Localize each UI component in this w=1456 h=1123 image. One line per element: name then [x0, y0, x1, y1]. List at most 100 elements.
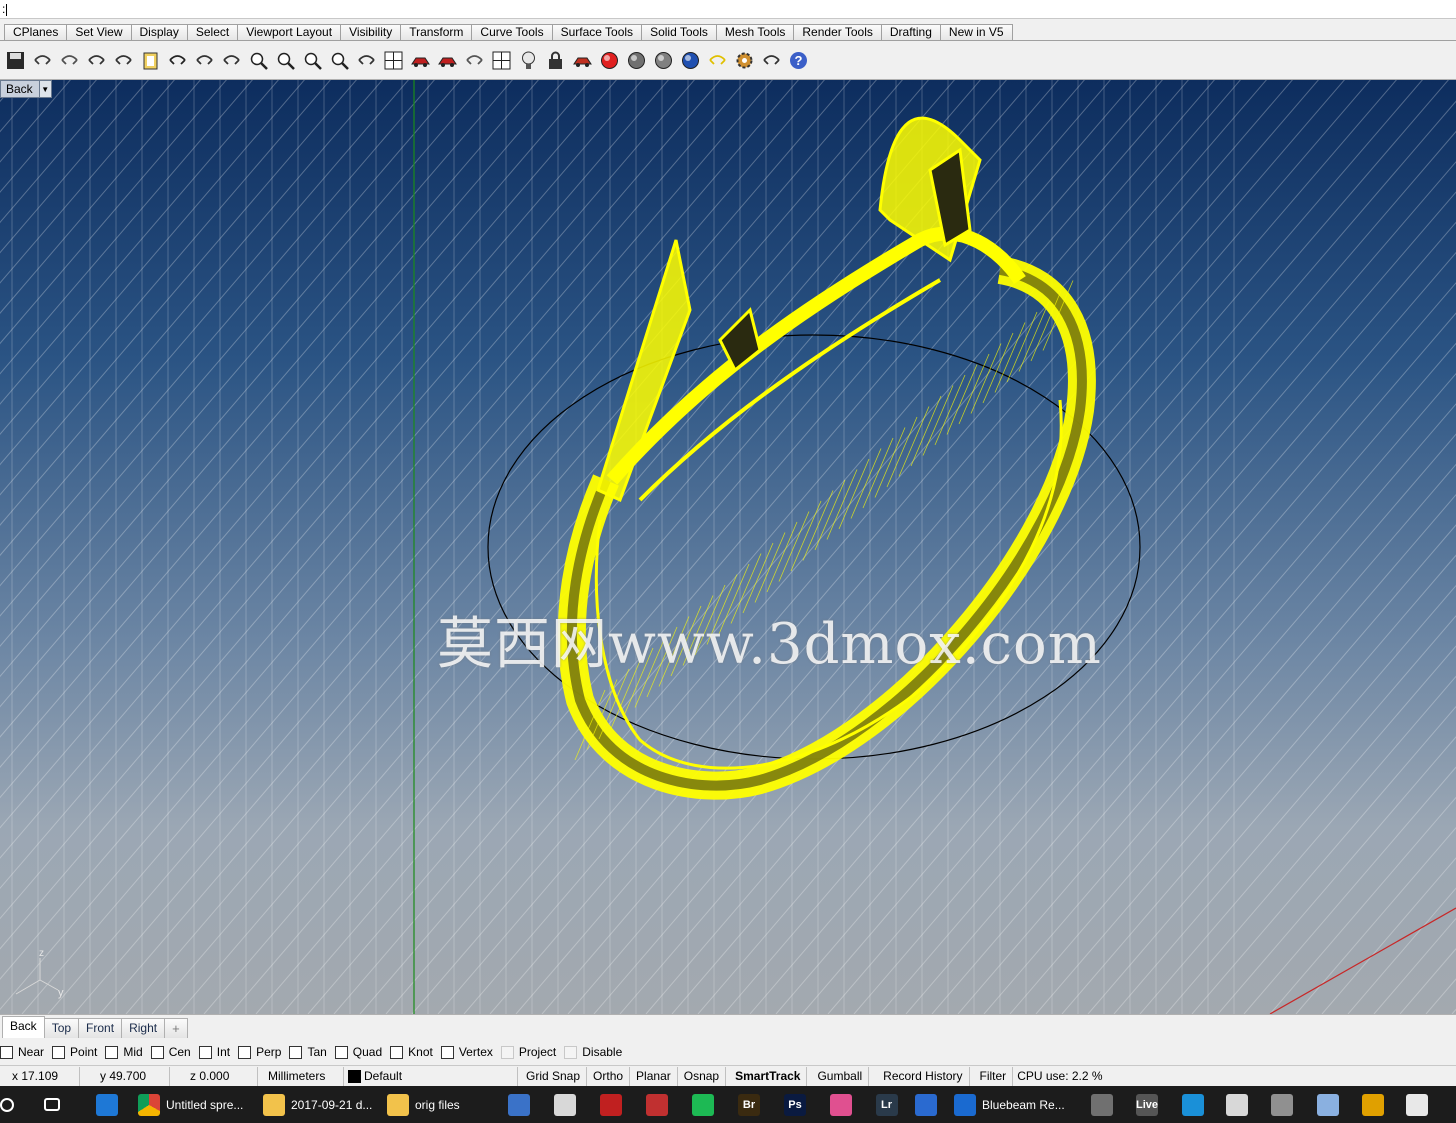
ribbon-tab-new-in-v5[interactable]: New in V5 [939, 24, 1013, 40]
mail-button[interactable] [1398, 1086, 1442, 1123]
checkbox[interactable] [334, 1045, 348, 1059]
pc-button[interactable] [1262, 1086, 1308, 1123]
filter-toggle[interactable]: Filter [970, 1066, 1014, 1086]
viewport-title[interactable]: Back ▼ [0, 80, 52, 98]
ribbon-tab-visibility[interactable]: Visibility [340, 24, 402, 40]
checkbox[interactable] [238, 1045, 252, 1059]
zoom-window-icon[interactable] [245, 47, 272, 74]
store-button[interactable] [499, 1086, 545, 1123]
pencil-tool-icon[interactable] [704, 47, 731, 74]
pan-icon[interactable] [191, 47, 218, 74]
ribbon-tab-viewport-layout[interactable]: Viewport Layout [237, 24, 342, 40]
sync-button[interactable] [912, 1086, 946, 1123]
back-viewport[interactable]: Back ▼ 莫西网www.3dmox.com z y [0, 80, 1456, 1014]
checkbox[interactable] [500, 1045, 514, 1059]
four-viewports-icon[interactable] [380, 47, 407, 74]
ribbon-tab-render-tools[interactable]: Render Tools [793, 24, 882, 40]
ribbon-tab-set-view[interactable]: Set View [66, 24, 132, 40]
checkbox[interactable] [105, 1045, 119, 1059]
plex-button[interactable] [1354, 1086, 1398, 1123]
chrome-button[interactable]: Untitled spre... [130, 1086, 255, 1123]
checkbox[interactable] [440, 1045, 454, 1059]
checkbox[interactable] [198, 1045, 212, 1059]
task-view-button[interactable] [20, 1086, 90, 1123]
zoom-dynamic-icon[interactable] [272, 47, 299, 74]
ribbon-tab-select[interactable]: Select [186, 24, 239, 40]
settings-gear-icon[interactable] [731, 47, 758, 74]
snowflake-button[interactable] [1308, 1086, 1354, 1123]
checkbox[interactable] [390, 1045, 404, 1059]
app-button[interactable] [591, 1086, 637, 1123]
zoom-extents-icon[interactable] [299, 47, 326, 74]
checkbox[interactable] [150, 1045, 164, 1059]
viewport-canvas[interactable] [0, 80, 1456, 1014]
grid-snap-toggle[interactable]: Grid Snap [518, 1066, 588, 1086]
rotate-car-icon[interactable] [434, 47, 461, 74]
chevron-down-icon[interactable]: ▼ [38, 81, 51, 97]
snap-grid-icon[interactable] [488, 47, 515, 74]
shaded-sphere-icon[interactable] [623, 47, 650, 74]
car-icon[interactable] [407, 47, 434, 74]
osnap-mid[interactable]: Mid [105, 1045, 143, 1059]
osnap-int[interactable]: Int [198, 1045, 230, 1059]
undo-icon[interactable] [164, 47, 191, 74]
viewport-tab-right[interactable]: Right [121, 1018, 166, 1038]
units-display[interactable]: Millimeters [258, 1066, 344, 1086]
print-icon[interactable] [29, 47, 56, 74]
viewport-tab-front[interactable]: Front [78, 1018, 123, 1038]
ribbon-tab-curve-tools[interactable]: Curve Tools [471, 24, 553, 40]
cplane-icon[interactable] [461, 47, 488, 74]
ring-wireframe[interactable] [557, 116, 1096, 800]
blue-sphere-icon[interactable] [677, 47, 704, 74]
osnap-disable[interactable]: Disable [564, 1045, 622, 1059]
grid-options-icon[interactable] [758, 47, 785, 74]
help-icon[interactable]: ? [785, 47, 812, 74]
undo-view-icon[interactable] [353, 47, 380, 74]
ribbon-tab-transform[interactable]: Transform [400, 24, 473, 40]
checkbox[interactable] [289, 1045, 303, 1059]
layer-icon[interactable] [569, 47, 596, 74]
photoshop-button[interactable]: Ps [775, 1086, 821, 1123]
paint-button[interactable] [545, 1086, 591, 1123]
record-history-toggle[interactable]: Record History [869, 1066, 970, 1086]
osnap-knot[interactable]: Knot [390, 1045, 433, 1059]
ribbon-tab-solid-tools[interactable]: Solid Tools [641, 24, 717, 40]
viewport-tab-top[interactable]: Top [43, 1018, 80, 1038]
osnap-perp[interactable]: Perp [238, 1045, 281, 1059]
bridge-button[interactable]: Br [729, 1086, 775, 1123]
live-button[interactable]: Live [1127, 1086, 1173, 1123]
folder-button-1[interactable]: 2017-09-21 d... [255, 1086, 379, 1123]
ribbon-tab-cplanes[interactable]: CPlanes [4, 24, 68, 40]
color-app-button[interactable] [821, 1086, 867, 1123]
color-wheel-icon[interactable] [596, 47, 623, 74]
rotate-view-icon[interactable] [218, 47, 245, 74]
osnap-project[interactable]: Project [500, 1045, 556, 1059]
copy-icon[interactable] [110, 47, 137, 74]
lightroom-button[interactable]: Lr [867, 1086, 912, 1123]
add-viewport-tab-icon[interactable]: + [164, 1018, 188, 1038]
checkbox[interactable] [0, 1045, 13, 1059]
command-line[interactable]: : [0, 0, 1456, 19]
checkbox[interactable] [564, 1045, 578, 1059]
cortana-button[interactable] [1173, 1086, 1218, 1123]
osnap-cen[interactable]: Cen [150, 1045, 191, 1059]
bluebeam-button[interactable]: Bluebeam Re... [946, 1086, 1082, 1123]
osnap-near[interactable]: Near [0, 1045, 44, 1059]
ribbon-tab-drafting[interactable]: Drafting [880, 24, 941, 40]
lightbulb-icon[interactable] [515, 47, 542, 74]
viewport-tab-back[interactable]: Back [2, 1016, 45, 1038]
sheet-button[interactable] [1218, 1086, 1262, 1123]
import-icon[interactable] [56, 47, 83, 74]
save-icon[interactable] [2, 47, 29, 74]
ribbon-tab-surface-tools[interactable]: Surface Tools [551, 24, 643, 40]
paste-icon[interactable] [137, 47, 164, 74]
ribbon-tab-display[interactable]: Display [130, 24, 188, 40]
cut-icon[interactable] [83, 47, 110, 74]
checkbox[interactable] [52, 1045, 66, 1059]
smarttrack-toggle[interactable]: SmartTrack [726, 1066, 808, 1086]
edge-button[interactable] [90, 1086, 130, 1123]
network-button[interactable] [1082, 1086, 1127, 1123]
planar-toggle[interactable]: Planar [630, 1066, 678, 1086]
osnap-quad[interactable]: Quad [334, 1045, 382, 1059]
books-button[interactable] [637, 1086, 683, 1123]
